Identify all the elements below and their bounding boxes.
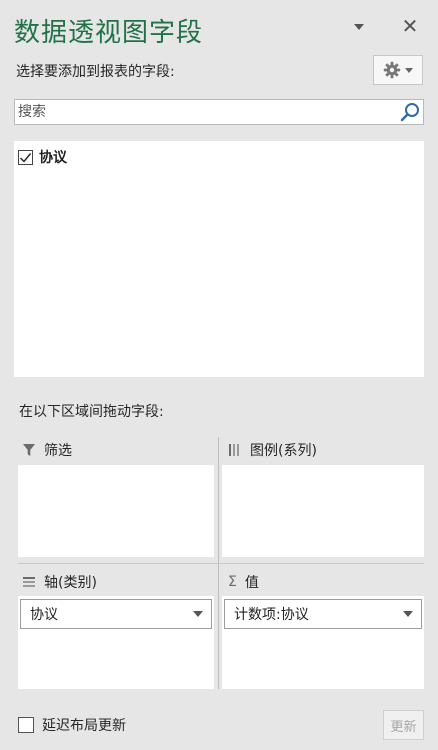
rows-icon	[23, 577, 35, 587]
values-area-dropzone[interactable]: 计数项:协议	[222, 596, 424, 689]
chevron-down-icon	[354, 24, 364, 30]
filters-area-header: 筛选	[22, 440, 72, 460]
field-list: 协议	[14, 141, 424, 377]
axis-field-label: 协议	[30, 607, 58, 623]
chevron-down-icon[interactable]	[193, 611, 203, 617]
search-icon[interactable]	[399, 101, 421, 123]
areas-instruction: 在以下区域间拖动字段:	[19, 404, 164, 420]
values-area-label: 值	[244, 575, 259, 591]
field-label: 协议	[39, 150, 67, 166]
axis-area-header: 轴(类别)	[22, 572, 97, 592]
axis-field-pill[interactable]: 协议	[20, 599, 212, 629]
legend-area-dropzone[interactable]	[222, 465, 424, 557]
values-field-label: 计数项:协议	[234, 607, 309, 623]
area-divider-horizontal	[18, 563, 424, 564]
defer-layout-update-label: 延迟布局更新	[42, 718, 126, 734]
update-button[interactable]: 更新	[383, 710, 424, 740]
close-button[interactable]: ✕	[398, 14, 422, 38]
checkmark-icon	[20, 152, 32, 163]
filters-area-dropzone[interactable]	[18, 465, 214, 557]
defer-layout-update-checkbox[interactable]: 延迟布局更新	[18, 715, 126, 735]
filter-icon	[23, 444, 35, 456]
sigma-icon: Σ	[228, 574, 237, 590]
close-icon: ✕	[401, 14, 419, 38]
axis-area-dropzone[interactable]: 协议	[18, 596, 214, 689]
checkbox-box[interactable]	[18, 717, 34, 733]
field-list-instruction: 选择要添加到报表的字段:	[16, 64, 175, 80]
gear-icon	[383, 61, 401, 79]
axis-area-label: 轴(类别)	[44, 575, 97, 591]
search-input[interactable]	[15, 100, 395, 124]
chevron-down-icon	[405, 67, 413, 73]
field-checkbox[interactable]	[18, 149, 33, 165]
task-pane-options-button[interactable]	[348, 16, 370, 38]
columns-icon	[229, 444, 239, 456]
filters-area-label: 筛选	[44, 443, 72, 459]
tools-button[interactable]	[373, 55, 423, 85]
field-item-protocol[interactable]: 协议	[18, 147, 67, 167]
chevron-down-icon[interactable]	[403, 611, 413, 617]
legend-area-header: 图例(系列)	[228, 440, 317, 460]
search-box	[14, 99, 424, 125]
values-field-pill[interactable]: 计数项:协议	[224, 599, 422, 629]
legend-area-label: 图例(系列)	[250, 443, 317, 459]
pane-title: 数据透视图字段	[14, 18, 204, 48]
values-area-header: Σ 值	[228, 572, 259, 592]
